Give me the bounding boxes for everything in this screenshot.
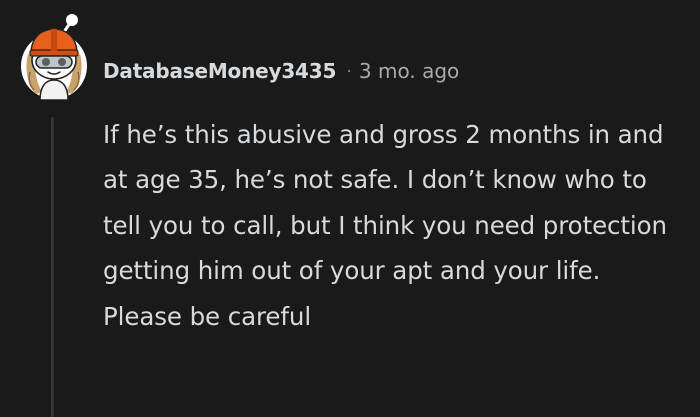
- comment-timestamp[interactable]: 3 mo. ago: [359, 59, 459, 83]
- username-link[interactable]: DatabaseMoney3435: [103, 59, 336, 83]
- comment-meta: DatabaseMoney3435 · 3 mo. ago: [103, 56, 459, 86]
- meta-separator: ·: [346, 60, 352, 82]
- user-avatar-icon[interactable]: [18, 14, 90, 101]
- comment: DatabaseMoney3435 · 3 mo. ago If he’s th…: [0, 0, 700, 417]
- thread-collapse-line[interactable]: [51, 117, 54, 417]
- comment-body: If he’s this abusive and gross 2 months …: [103, 120, 667, 331]
